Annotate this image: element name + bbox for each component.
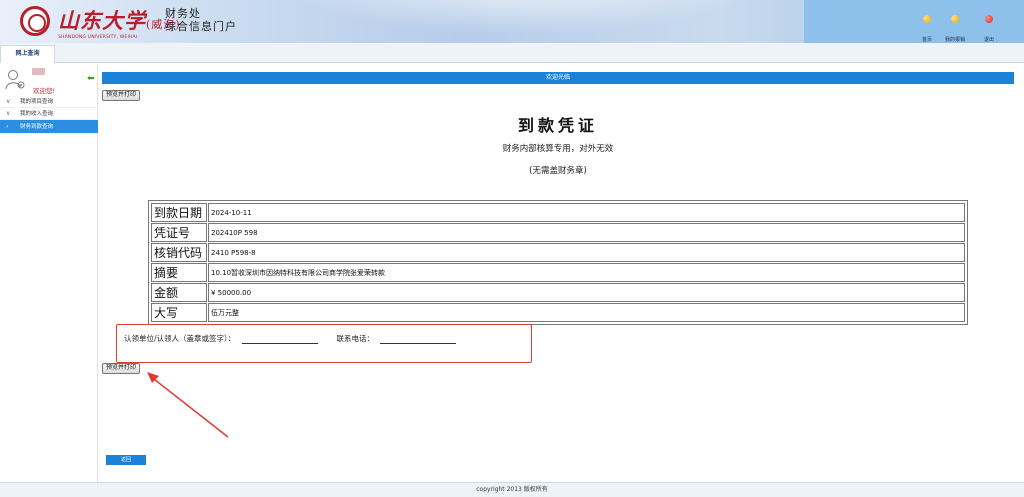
welcome-text: 欢迎您! [33, 87, 56, 95]
chevron-right-icon: › [6, 123, 9, 130]
collapse-arrow-icon[interactable]: ⬅ [87, 74, 95, 84]
welcome-bar: 欢迎光临 [102, 72, 1014, 84]
reimbursement-icon [951, 15, 959, 23]
row-label: 大写 [151, 303, 207, 322]
row-label: 摘要 [151, 263, 207, 282]
row-label: 到款日期 [151, 203, 207, 222]
row-value: 10.10暂收深圳市因纳特科技有限公司商学院张爱荣转款 [208, 263, 965, 282]
row-value: ¥ 50000.00 [208, 283, 965, 302]
nav-logout[interactable]: 退出 [969, 15, 1009, 45]
logout-icon [985, 15, 993, 23]
row-value: 202410P 598 [208, 223, 965, 242]
footer-copyright: copyright 2013 版权所有 [0, 482, 1024, 497]
row-value: 2024-10-11 [208, 203, 965, 222]
portal-title-line1: 财务处 [165, 7, 201, 20]
doc-note: (无需盖财务章) [529, 166, 587, 176]
university-seal-icon [20, 6, 50, 36]
sidebar-item-label: 我的收入查询 [20, 111, 54, 117]
table-row: 核销代码 2410 P598-8 [151, 243, 965, 262]
doc-title: 到款凭证 [517, 116, 598, 135]
tab-online-query[interactable]: 网上查询 [0, 45, 55, 63]
top-nav-area: 首页 我的报销 退出 [804, 0, 1024, 43]
row-label: 凭证号 [151, 223, 207, 242]
row-value: 2410 P598-8 [208, 243, 965, 262]
logo-text: 山东大学 [58, 8, 146, 33]
sidebar: 欢迎您! ⬅ ∨ 我的项目查询 ∨ 我的收入查询 › 财务到款查询 [0, 64, 98, 484]
doc-subtitle: 财务内部核算专用，对外无效 [502, 144, 614, 154]
voucher-table: 到款日期 2024-10-11 凭证号 202410P 598 核销代码 241… [148, 200, 968, 325]
row-value: 伍万元整 [208, 303, 965, 322]
page-root: 山东大学(威海) SHANDONG UNIVERSITY, WEIHAI 财务处… [0, 0, 1024, 497]
university-logo: 山东大学(威海) SHANDONG UNIVERSITY, WEIHAI [58, 5, 180, 40]
username-redacted [32, 68, 45, 75]
table-row: 金额 ¥ 50000.00 [151, 283, 965, 302]
portal-title-line2: 综合信息门户 [165, 20, 237, 33]
highlight-box [116, 324, 532, 363]
table-row: 到款日期 2024-10-11 [151, 203, 965, 222]
row-label: 金额 [151, 283, 207, 302]
table-row: 大写 伍万元整 [151, 303, 965, 322]
home-icon [923, 15, 931, 23]
logo-text-en: SHANDONG UNIVERSITY, WEIHAI [58, 35, 138, 40]
main-content: 欢迎光临 预览并打印 到款凭证 财务内部核算专用，对外无效 (无需盖财务章) 到… [102, 72, 1014, 482]
sidebar-item-receipt-query[interactable]: › 财务到款查询 [0, 120, 98, 134]
user-settings-icon [5, 70, 25, 90]
sidebar-item-income-query[interactable]: ∨ 我的收入查询 [0, 108, 98, 120]
print-button-top[interactable]: 预览并打印 [102, 90, 141, 101]
portal-title: 财务处 综合信息门户 [165, 7, 237, 33]
sidebar-item-label: 我的项目查询 [20, 99, 54, 105]
back-button[interactable]: 返回 [106, 455, 146, 465]
header-decoration [240, 0, 800, 43]
chevron-down-icon: ∨ [6, 98, 11, 105]
table-row: 摘要 10.10暂收深圳市因纳特科技有限公司商学院张爱荣转款 [151, 263, 965, 282]
sidebar-menu: ∨ 我的项目查询 ∨ 我的收入查询 › 财务到款查询 [0, 96, 98, 134]
sidebar-item-label: 财务到款查询 [20, 124, 54, 130]
tab-strip: 网上查询 [0, 43, 1024, 63]
sidebar-item-project-query[interactable]: ∨ 我的项目查询 [0, 96, 98, 108]
chevron-down-icon: ∨ [6, 110, 11, 117]
print-button-bottom[interactable]: 预览并打印 [102, 363, 141, 374]
table-row: 凭证号 202410P 598 [151, 223, 965, 242]
row-label: 核销代码 [151, 243, 207, 262]
portal-header: 山东大学(威海) SHANDONG UNIVERSITY, WEIHAI 财务处… [0, 0, 1024, 43]
